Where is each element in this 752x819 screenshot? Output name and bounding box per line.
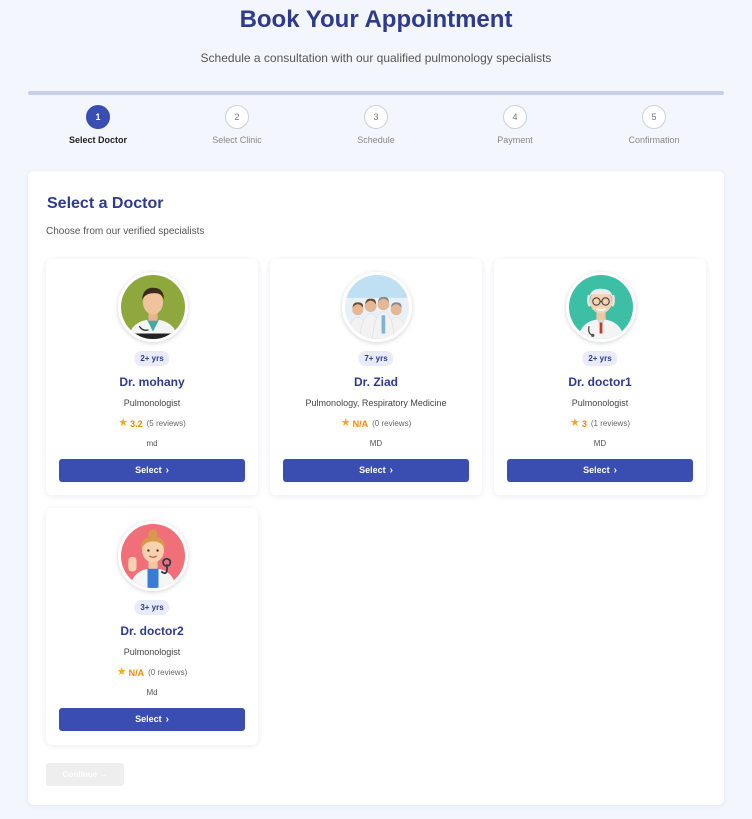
rating-row: ★ N/A (0 reviews) <box>270 418 482 429</box>
review-count: (0 reviews) <box>372 419 412 428</box>
doctor-card[interactable]: 2+ yrs Dr. mohany Pulmonologist ★ 3.2 (5… <box>46 259 258 495</box>
doctor-card[interactable]: 2+ yrs Dr. doctor1 Pulmonologist ★ 3 (1 … <box>494 259 706 495</box>
chevron-right-icon: › <box>165 714 169 725</box>
step-payment[interactable]: 4 Payment <box>455 105 575 145</box>
select-button-label: Select <box>583 465 610 475</box>
page-title: Book Your Appointment <box>239 6 513 33</box>
doctor-name: Dr. doctor2 <box>120 624 184 638</box>
select-doctor-button[interactable]: Select › <box>283 459 469 482</box>
doctor-degree: md <box>146 439 158 448</box>
doctor-name: Dr. mohany <box>119 375 185 389</box>
experience-badge: 7+ yrs <box>358 351 394 366</box>
female-doctor-icon <box>118 521 188 591</box>
step-number: 1 <box>86 105 110 129</box>
rating-row: ★ 3 (1 reviews) <box>494 418 706 429</box>
rating-value: N/A <box>128 667 145 678</box>
rating-value: 3.2 <box>130 418 143 429</box>
star-icon: ★ <box>116 666 127 678</box>
rating-value: 3 <box>581 418 587 429</box>
step-select-clinic[interactable]: 2 Select Clinic <box>177 105 297 145</box>
doctor-card[interactable]: 7+ yrs Dr. Ziad Pulmonology, Respiratory… <box>270 259 482 495</box>
doctor-name: Dr. Ziad <box>353 375 398 389</box>
star-icon: ★ <box>340 417 351 429</box>
step-confirmation[interactable]: 5 Confirmation <box>594 105 714 145</box>
continue-label: Continue <box>62 770 98 779</box>
chevron-right-icon: › <box>165 465 169 476</box>
step-number: 5 <box>642 105 666 129</box>
continue-button[interactable]: Continue → <box>46 763 124 786</box>
medical-team-photo <box>342 272 412 342</box>
star-icon: ★ <box>118 417 129 429</box>
stepper: 1 Select Doctor 2 Select Clinic 3 Schedu… <box>28 105 724 150</box>
doctor-degree: MD <box>593 439 607 448</box>
select-doctor-panel: Select a Doctor Choose from our verified… <box>28 171 724 805</box>
doctor-specialty: Pulmonology, Respiratory Medicine <box>305 398 447 408</box>
doctor-specialty: Pulmonologist <box>123 647 181 657</box>
select-button-label: Select <box>135 714 162 724</box>
select-doctor-button[interactable]: Select › <box>507 459 693 482</box>
rating-value: N/A <box>352 418 369 429</box>
review-count: (0 reviews) <box>148 668 188 677</box>
experience-badge: 2+ yrs <box>582 351 618 366</box>
doctor-name: Dr. doctor1 <box>568 375 632 389</box>
select-doctor-button[interactable]: Select › <box>59 708 245 731</box>
page-subtitle: Schedule a consultation with our qualifi… <box>200 51 552 65</box>
step-select-doctor[interactable]: 1 Select Doctor <box>38 105 158 145</box>
experience-badge: 2+ yrs <box>134 351 170 366</box>
panel-title: Select a Doctor <box>47 195 164 212</box>
panel-subtitle: Choose from our verified specialists <box>46 226 205 237</box>
chevron-right-icon: › <box>613 465 617 476</box>
review-count: (1 reviews) <box>590 419 630 428</box>
doctor-specialty: Pulmonologist <box>123 398 181 408</box>
step-label: Select Doctor <box>68 135 128 145</box>
doctor-card[interactable]: 3+ yrs Dr. doctor2 Pulmonologist ★ N/A (… <box>46 508 258 745</box>
select-button-label: Select <box>359 465 386 475</box>
experience-badge: 3+ yrs <box>134 600 170 615</box>
doctor-degree: Md <box>146 688 158 697</box>
step-label: Payment <box>497 135 533 145</box>
doctor-degree: MD <box>369 439 383 448</box>
male-doctor-icon <box>118 272 188 342</box>
senior-doctor-icon <box>566 272 636 342</box>
step-number: 3 <box>364 105 388 129</box>
review-count: (5 reviews) <box>146 419 186 428</box>
arrow-right-icon: → <box>97 770 108 779</box>
select-doctor-button[interactable]: Select › <box>59 459 245 482</box>
select-button-label: Select <box>135 465 162 475</box>
step-label: Schedule <box>357 135 395 145</box>
step-label: Confirmation <box>628 135 680 145</box>
step-schedule[interactable]: 3 Schedule <box>316 105 436 145</box>
doctor-specialty: Pulmonologist <box>571 398 629 408</box>
step-number: 2 <box>225 105 249 129</box>
step-label: Select Clinic <box>212 135 262 145</box>
star-icon: ★ <box>569 417 580 429</box>
progress-track <box>28 91 724 95</box>
chevron-right-icon: › <box>389 465 393 476</box>
rating-row: ★ N/A (0 reviews) <box>46 667 258 678</box>
step-number: 4 <box>503 105 527 129</box>
rating-row: ★ 3.2 (5 reviews) <box>46 418 258 429</box>
